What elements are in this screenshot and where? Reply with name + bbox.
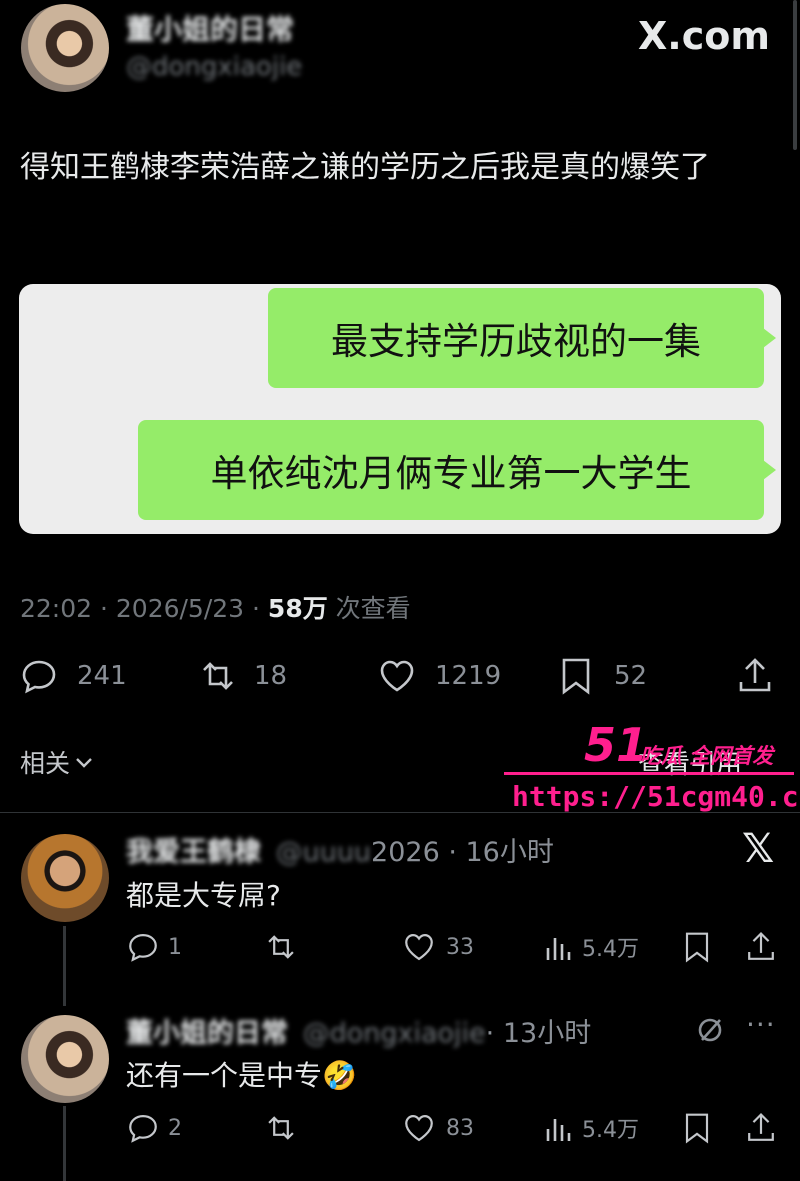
reply-author-handle[interactable]: @uuuu [276,837,371,868]
reply-count: 241 [77,661,127,691]
reply-time: 2026 · 16小时 [371,837,554,868]
repost-button[interactable]: 18 [196,656,287,696]
author-handle[interactable]: @dongxiaojie [126,52,302,82]
views-label: 次查看 [327,594,411,623]
author-avatar[interactable] [21,4,109,92]
watermark-slogan: 吃瓜 全网首发 [640,744,774,768]
bookmark-button[interactable]: 52 [558,656,647,696]
repost-arrows-icon [203,662,233,690]
reply-like-button[interactable]: 33 [402,930,474,964]
views-count: 58万 [267,594,328,623]
chevron-down-icon [76,758,92,768]
reply-header: 董小姐的日常 @dongxiaojie· 13小时 [126,1011,591,1050]
thread-line [63,1106,66,1181]
related-toggle[interactable]: 相关 [20,744,96,780]
grok-icon[interactable] [694,1014,726,1050]
related-label: 相关 [20,749,71,778]
chat-screenshot[interactable]: 最支持学历歧视的一集 单依纯沈月俩专业第一大学生 [19,284,781,534]
reply-bookmark-button[interactable] [682,1111,712,1145]
reply-views[interactable]: 5.4万 [544,930,639,964]
share-button[interactable] [736,656,774,696]
reply-bookmark-button[interactable] [682,930,712,964]
reply-text: 都是大专屌? [126,879,281,912]
watermark-url: https://51cgm40.com [512,780,800,813]
brand-logo: X.com [638,14,770,58]
heart-icon [405,933,433,961]
share-upload-icon [748,1112,774,1141]
bookmark-icon [685,932,709,963]
bookmark-icon [685,1113,709,1144]
reply-views[interactable]: 5.4万 [544,1111,639,1145]
speech-bubble-icon [129,933,157,962]
reply-button[interactable]: 241 [19,656,127,696]
reply-avatar[interactable] [21,1015,109,1103]
chat-bubble-2: 单依纯沈月俩专业第一大学生 [138,420,776,520]
reply-author-name[interactable]: 我爱王鹤棣 [126,837,261,868]
reply-reply-count: 1 [168,934,182,960]
speech-bubble-icon [129,1114,157,1143]
reply-time: · 13小时 [485,1018,592,1049]
reply-view-count: 5.4万 [582,1118,639,1143]
reply-reply-count: 2 [168,1115,182,1141]
reply-header: 我爱王鹤棣 @uuuu2026 · 16小时 [126,830,554,869]
tweet-text: 得知王鹤棣李荣浩薛之谦的学历之后我是真的爆笑了 [20,150,710,185]
reply-like-button[interactable]: 83 [402,1111,474,1145]
heart-icon [380,660,414,692]
reply-reply-button[interactable]: 1 [126,930,182,964]
like-count: 1219 [435,661,502,691]
like-button[interactable]: 1219 [377,656,501,696]
bookmark-count: 52 [614,661,648,691]
share-upload-icon [748,931,774,960]
chat-bubble-1: 最支持学历歧视的一集 [268,288,776,388]
repost-arrows-icon [268,935,294,959]
repost-count: 18 [254,661,288,691]
laughing-emoji: 🤣 [322,1059,357,1092]
thread-line [63,926,66,1006]
heart-icon [405,1114,433,1142]
share-upload-icon [739,658,771,692]
reply-author-handle[interactable]: @dongxiaojie [303,1018,486,1049]
tweet-meta: 22:02 · 2026/5/23 · 58万 次查看 [20,589,411,625]
reply-text: 还有一个是中专🤣 [126,1054,357,1094]
bar-chart-icon [546,938,571,960]
repost-arrows-icon [268,1116,294,1140]
reply-share-button[interactable] [745,1111,777,1145]
watermark-circuit [504,772,794,775]
reply-repost-button[interactable] [262,930,300,964]
scrollbar[interactable] [793,0,797,150]
bookmark-icon [562,658,590,695]
x-logo-icon: 𝕏 [742,826,775,872]
watermark-number: 51 [584,718,649,772]
reply-like-count: 33 [446,934,474,960]
reply-like-count: 83 [446,1115,474,1141]
reply-share-button[interactable] [745,930,777,964]
reply-reply-button[interactable]: 2 [126,1111,182,1145]
reply-text-content: 还有一个是中专 [126,1059,323,1092]
section-divider [0,812,800,813]
author-name[interactable]: 董小姐的日常 [126,8,294,48]
speech-bubble-icon [22,660,56,694]
bar-chart-icon [546,1119,571,1141]
reply-avatar[interactable] [21,834,109,922]
reply-view-count: 5.4万 [582,937,639,962]
tweet-time: 22:02 · 2026/5/23 · [20,594,268,623]
more-dots-icon[interactable]: ··· [746,1008,776,1041]
reply-repost-button[interactable] [262,1111,300,1145]
reply-author-name[interactable]: 董小姐的日常 [126,1018,288,1049]
